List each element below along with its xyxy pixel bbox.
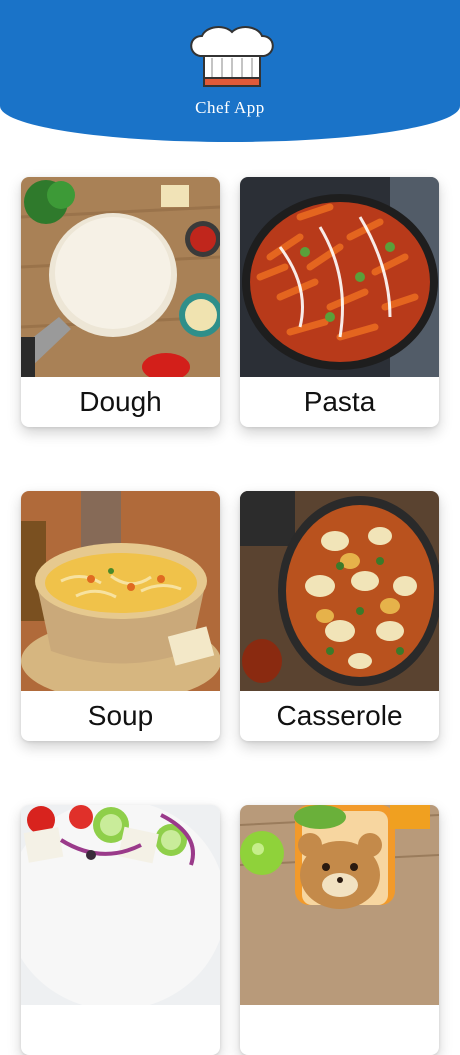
kids-lunch-photo <box>240 805 439 1005</box>
category-label: Soup <box>87 700 154 731</box>
category-card-casserole[interactable]: Casserole <box>240 491 439 741</box>
greek-salad-photo <box>21 805 220 1005</box>
category-card-soup[interactable]: Soup <box>21 491 220 741</box>
noodle-soup-photo <box>21 491 220 691</box>
category-label <box>240 1005 439 1055</box>
category-card-salad[interactable] <box>21 805 220 1055</box>
category-label: Dough <box>79 386 162 417</box>
ravioli-casserole-photo <box>240 491 439 691</box>
category-label <box>21 1005 220 1055</box>
app-title: Chef App <box>195 98 265 117</box>
app-header: Chef App <box>0 0 460 142</box>
category-card-pasta[interactable]: Pasta <box>240 177 439 427</box>
category-label: Pasta <box>303 386 376 417</box>
penne-pasta-photo <box>240 177 439 377</box>
category-card-kids[interactable] <box>240 805 439 1055</box>
chef-hat-icon <box>190 26 274 87</box>
category-label: Casserole <box>276 700 403 731</box>
category-card-dough[interactable]: Dough <box>21 177 220 427</box>
pizza-dough-photo <box>21 177 220 377</box>
